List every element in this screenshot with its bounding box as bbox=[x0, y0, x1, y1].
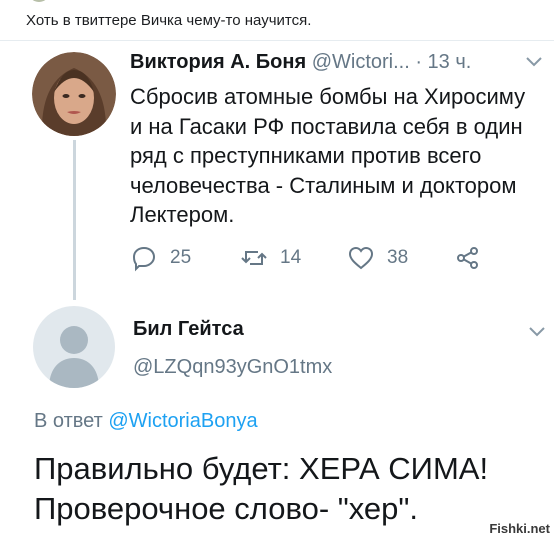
share-button[interactable] bbox=[454, 243, 482, 273]
reply-text: Правильно будет: ХЕРА СИМА! Проверочное … bbox=[34, 451, 489, 526]
reply-count: 25 bbox=[170, 247, 192, 268]
like-count: 38 bbox=[387, 247, 409, 268]
default-avatar[interactable] bbox=[33, 306, 115, 388]
post-header: Хоть в твиттере Вичка чему-то научится. bbox=[0, 0, 554, 40]
retweet-button[interactable]: 14 bbox=[240, 243, 301, 273]
reply-author-handle[interactable]: @LZQqn93yGnO1tmx bbox=[133, 356, 332, 379]
reply-author-name[interactable]: Бил Гейтса bbox=[133, 318, 244, 341]
chevron-down-icon[interactable] bbox=[528, 322, 546, 343]
post-caption: Хоть в твиттере Вичка чему-то научится. bbox=[26, 12, 312, 29]
chevron-down-icon[interactable] bbox=[525, 52, 543, 73]
retweet-icon bbox=[241, 251, 267, 265]
avatar[interactable] bbox=[32, 52, 116, 136]
divider bbox=[0, 40, 554, 41]
tweet-text: Сбросив атомные бомбы на Хиросиму и на Г… bbox=[130, 84, 526, 227]
reply-mention-link[interactable]: @WictoriaBonya bbox=[108, 410, 257, 432]
thread-line bbox=[73, 140, 76, 300]
reply-button[interactable]: 25 bbox=[130, 243, 191, 273]
watermark: Fishki.net bbox=[489, 521, 550, 536]
author-handle[interactable]: @Wictori... bbox=[312, 51, 410, 73]
tweet-header: Виктория А. Боня @Wictori... · 13 ч. bbox=[130, 51, 471, 74]
reply-context: В ответ @WictoriaBonya bbox=[34, 410, 258, 433]
like-icon bbox=[348, 246, 374, 270]
retweet-count: 14 bbox=[280, 247, 302, 268]
poster-avatar[interactable] bbox=[28, 0, 50, 2]
author-name[interactable]: Виктория А. Боня bbox=[130, 51, 306, 73]
reply-prefix: В ответ bbox=[34, 410, 103, 432]
share-icon bbox=[457, 247, 478, 269]
tweet-time[interactable]: · 13 ч. bbox=[415, 51, 471, 73]
user-silhouette-icon bbox=[49, 326, 99, 388]
reply-icon bbox=[132, 246, 156, 272]
like-button[interactable]: 38 bbox=[347, 243, 408, 273]
